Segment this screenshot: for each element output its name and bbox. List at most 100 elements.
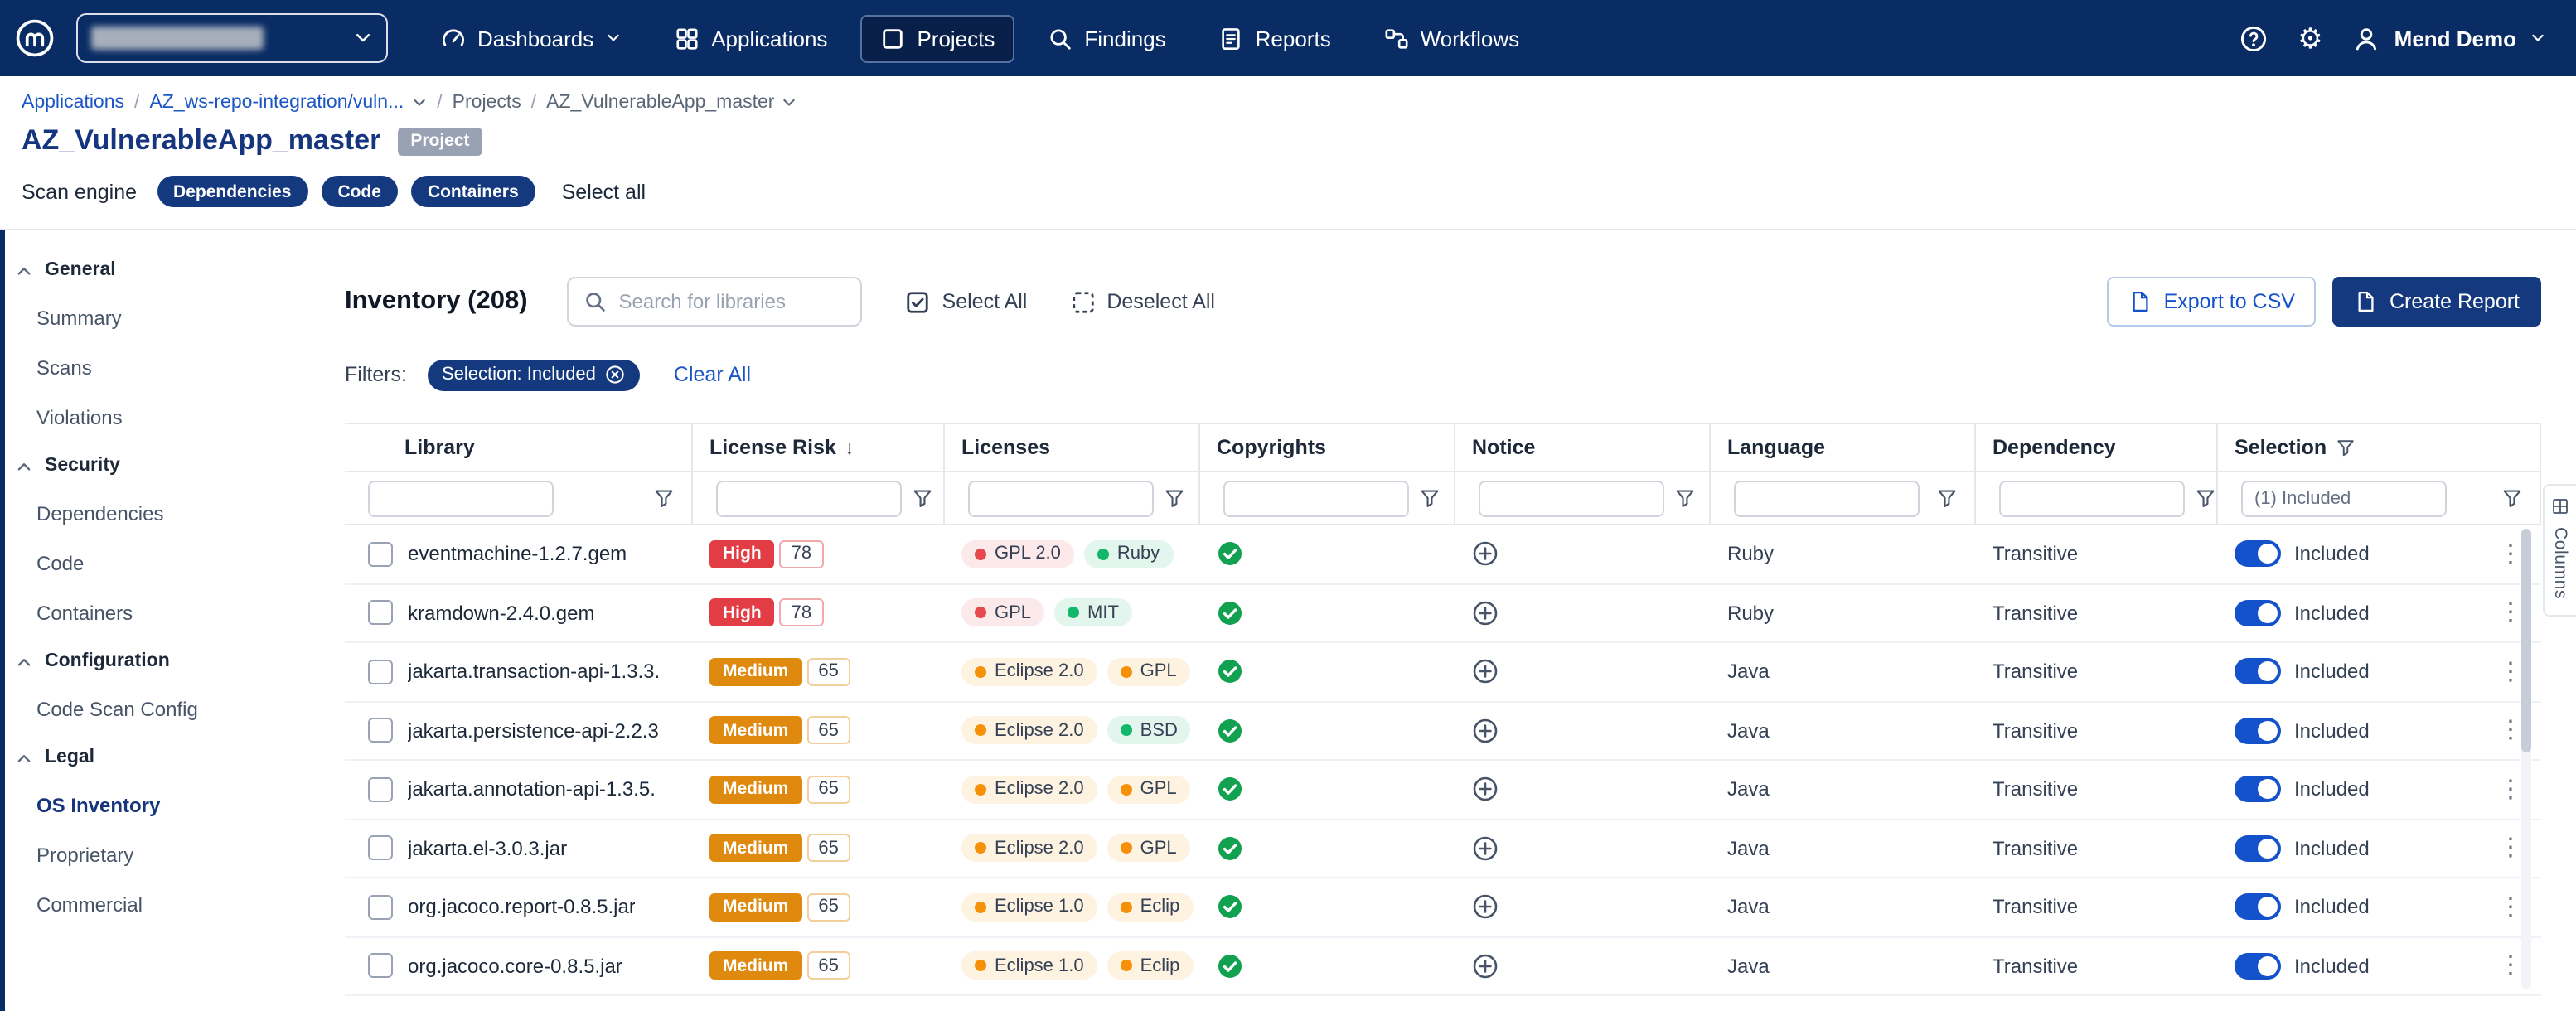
row-checkbox[interactable] [368,601,393,626]
column-filter-input[interactable] [716,480,902,516]
sidebar-item-proprietary[interactable]: Proprietary [0,830,295,880]
create-report-button[interactable]: Create Report [2333,277,2541,327]
notice-plus-icon[interactable] [1472,894,1499,921]
row-checkbox[interactable] [368,895,393,920]
notice-plus-icon[interactable] [1472,718,1499,744]
notice-plus-icon[interactable] [1472,835,1499,862]
sidebar-section-configuration[interactable]: Configuration [0,638,295,684]
column-filter-input[interactable] [1999,480,2185,516]
org-selector[interactable] [76,13,388,63]
breadcrumb-item-az-vulnerableapp-master[interactable]: AZ_VulnerableApp_master [546,93,797,113]
nav-item-applications[interactable]: Applications [655,14,847,62]
column-header-copyrights[interactable]: Copyrights [1200,424,1455,471]
sidebar-item-scans[interactable]: Scans [0,343,295,393]
select-all-button[interactable]: Select All [906,289,1028,314]
library-name[interactable]: jakarta.annotation-api-1.3.5. [408,778,656,801]
library-name[interactable]: org.jacoco.report-0.8.5.jar [408,896,636,919]
filter-icon[interactable] [2501,487,2523,509]
scrollbar-thumb[interactable] [2521,529,2531,752]
breadcrumb-item-az-ws-repo-integration-vuln-[interactable]: AZ_ws-repo-integration/vuln... [149,93,427,113]
help-icon[interactable] [2239,24,2268,52]
scan-engine-pill-containers[interactable]: Containers [411,176,535,207]
filter-chip[interactable]: Selection: Included [427,359,641,390]
filter-icon[interactable] [2195,487,2216,509]
nav-item-reports[interactable]: Reports [1199,14,1351,62]
selection-toggle[interactable] [2235,600,2281,626]
filter-icon[interactable] [1419,487,1441,509]
column-header-notice[interactable]: Notice [1455,424,1711,471]
column-filter-input[interactable] [2241,480,2447,516]
column-filter-input[interactable] [1479,480,1664,516]
row-checkbox[interactable] [368,836,393,861]
row-checkbox[interactable] [368,777,393,802]
selection-toggle[interactable] [2235,659,2281,685]
sidebar-item-commercial[interactable]: Commercial [0,880,295,930]
scan-select-all[interactable]: Select all [562,180,646,203]
scan-engine-pill-dependencies[interactable]: Dependencies [157,176,307,207]
row-checkbox[interactable] [368,542,393,567]
chevron-down-icon[interactable] [781,94,797,111]
sidebar-item-code[interactable]: Code [0,539,295,588]
filter-icon[interactable] [1936,487,1958,509]
scan-engine-pill-code[interactable]: Code [321,176,398,207]
vertical-scrollbar[interactable] [2521,529,2531,989]
column-header-selection[interactable]: Selection [2218,424,2541,471]
sidebar-section-security[interactable]: Security [0,443,295,489]
library-name[interactable]: jakarta.persistence-api-2.2.3 [408,719,659,743]
filter-icon[interactable] [1164,487,1185,509]
user-menu[interactable]: Mend Demo [2353,24,2546,52]
notice-plus-icon[interactable] [1472,541,1499,568]
sidebar-item-summary[interactable]: Summary [0,293,295,343]
breadcrumb-item-applications[interactable]: Applications [22,93,124,113]
chevron-down-icon[interactable] [410,94,427,111]
sidebar-section-legal[interactable]: Legal [0,734,295,781]
export-csv-button[interactable]: Export to CSV [2108,277,2317,327]
sort-desc-icon[interactable]: ↓ [845,436,855,459]
column-header-license-risk[interactable]: License Risk ↓ [693,424,945,471]
nav-item-projects[interactable]: Projects [860,14,1014,62]
selection-toggle[interactable] [2235,953,2281,980]
column-header-library[interactable]: Library [345,424,693,471]
nav-item-findings[interactable]: Findings [1028,14,1185,62]
selection-toggle[interactable] [2235,835,2281,862]
selection-toggle[interactable] [2235,776,2281,803]
notice-plus-icon[interactable] [1472,776,1499,803]
deselect-all-button[interactable]: Deselect All [1070,289,1215,314]
notice-plus-icon[interactable] [1472,600,1499,626]
columns-panel-button[interactable]: Columns [2543,484,2576,616]
library-name[interactable]: eventmachine-1.2.7.gem [408,543,627,566]
clear-all-link[interactable]: Clear All [674,363,751,386]
column-filter-input[interactable] [968,480,1154,516]
library-name[interactable]: jakarta.el-3.0.3.jar [408,837,567,860]
sidebar-section-general[interactable]: General [0,247,295,293]
remove-filter-icon[interactable] [606,365,626,385]
sidebar-item-dependencies[interactable]: Dependencies [0,489,295,539]
filter-icon[interactable] [2335,438,2355,457]
sidebar-item-containers[interactable]: Containers [0,588,295,638]
sidebar-item-code-scan-config[interactable]: Code Scan Config [0,684,295,734]
selection-toggle[interactable] [2235,718,2281,744]
library-search[interactable] [568,277,863,327]
column-filter-input[interactable] [1734,480,1920,516]
search-input[interactable] [619,290,846,313]
breadcrumb-item-projects[interactable]: Projects [453,93,521,113]
row-checkbox[interactable] [368,954,393,979]
selection-toggle[interactable] [2235,541,2281,568]
nav-item-workflows[interactable]: Workflows [1364,14,1539,62]
column-filter-input[interactable] [1223,480,1409,516]
row-checkbox[interactable] [368,718,393,743]
nav-item-dashboards[interactable]: Dashboards [421,14,642,62]
library-name[interactable]: jakarta.transaction-api-1.3.3. [408,660,660,684]
column-header-dependency[interactable]: Dependency [1976,424,2218,471]
filter-icon[interactable] [1674,487,1696,509]
row-checkbox[interactable] [368,660,393,684]
column-filter-input[interactable] [368,480,554,516]
column-header-language[interactable]: Language [1711,424,1976,471]
selection-toggle[interactable] [2235,894,2281,921]
notice-plus-icon[interactable] [1472,953,1499,980]
notice-plus-icon[interactable] [1472,659,1499,685]
sidebar-item-os-inventory[interactable]: OS Inventory [0,781,295,830]
sidebar-item-violations[interactable]: Violations [0,393,295,443]
filter-icon[interactable] [912,487,933,509]
gear-icon[interactable]: ⚙ [2298,24,2323,52]
